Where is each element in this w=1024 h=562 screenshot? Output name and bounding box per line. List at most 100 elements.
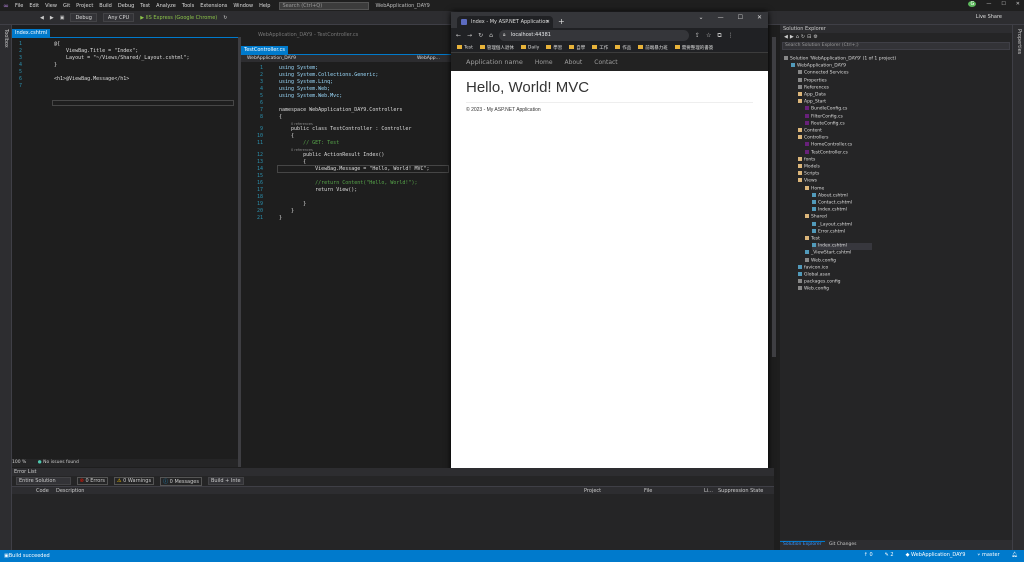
forward-icon[interactable]: ▶	[50, 15, 54, 21]
notification-icon[interactable]: 🔔︎	[1012, 552, 1018, 558]
tree-item[interactable]: App_Start	[798, 99, 826, 106]
tree-item[interactable]: Shared	[805, 214, 827, 221]
tree-item[interactable]: _ViewStart.cshtml	[805, 250, 851, 257]
tree-item[interactable]: Web.config	[805, 257, 836, 265]
tree-item[interactable]: Properties	[798, 77, 827, 85]
tree-item[interactable]: _Layout.cshtml	[812, 221, 852, 229]
bookmark-item[interactable]: 前端暴力班	[638, 45, 668, 51]
tree-item[interactable]: HomeController.cs	[805, 142, 852, 149]
close-button[interactable]: ✕	[1016, 1, 1020, 7]
bookmark-item[interactable]: Test	[457, 44, 473, 50]
search-box[interactable]: Search (Ctrl+Q)	[279, 1, 370, 10]
member-dropdown[interactable]: WebApp...	[417, 55, 440, 62]
chrome-browser-window[interactable]: Index - My ASP.NET Application ✕ + ⌄ — ☐…	[451, 12, 768, 479]
live-share-button[interactable]: Live Share	[976, 14, 1002, 20]
browser-chevron-icon[interactable]: ⌄	[699, 14, 704, 21]
tree-item[interactable]: Solution 'WebApplication_DAY9' (1 of 1 p…	[784, 56, 896, 63]
browser-tab[interactable]: Index - My ASP.NET Application ✕	[457, 16, 553, 28]
menu-item-view[interactable]: View	[45, 3, 57, 9]
tree-item[interactable]: RouteConfig.cs	[805, 120, 845, 128]
tab-git-changes[interactable]: Git Changes	[826, 542, 860, 547]
tree-item[interactable]: About.cshtml	[812, 192, 848, 200]
refresh-icon[interactable]: ↻	[223, 15, 227, 21]
tree-item[interactable]: WebApplication_DAY9	[791, 63, 846, 70]
scope-dropdown[interactable]: Entire Solution	[16, 477, 71, 485]
properties-tab[interactable]: Properties	[1016, 29, 1022, 54]
error-col-header[interactable]: Project	[584, 488, 601, 494]
error-col-header[interactable]: Li...	[704, 488, 713, 494]
close-tab-icon[interactable]: ✕	[546, 16, 550, 28]
pending-up[interactable]: ↑ 0	[864, 552, 873, 558]
tree-item[interactable]: Scripts	[798, 171, 819, 178]
browser-back-icon[interactable]: ←	[456, 32, 461, 39]
tree-item[interactable]: fonts	[798, 156, 815, 164]
menu-item-tools[interactable]: Tools	[182, 3, 194, 9]
menu-item-test[interactable]: Test	[140, 3, 150, 9]
bookmark-item[interactable]: 自學	[569, 45, 585, 51]
browser-menu-icon[interactable]: ⋮	[728, 32, 734, 39]
tree-item[interactable]: Global.asax	[798, 272, 830, 279]
tree-item[interactable]: Index.cshtml	[812, 243, 872, 250]
tree-item[interactable]: Views	[798, 178, 817, 185]
browser-minimize-button[interactable]: —	[718, 14, 724, 21]
menu-item-extensions[interactable]: Extensions	[200, 3, 227, 9]
menu-item-build[interactable]: Build	[99, 3, 112, 9]
tree-item[interactable]: packages.config	[798, 279, 841, 286]
browser-close-button[interactable]: ✕	[757, 14, 762, 21]
save-icon[interactable]: ▣	[60, 15, 65, 21]
account-badge[interactable]: G	[968, 1, 977, 7]
tree-item[interactable]: Content	[798, 128, 822, 135]
tab-solution-explorer[interactable]: Solution Explorer	[780, 541, 825, 547]
errors-filter[interactable]: ⊗ 0 Errors	[76, 477, 109, 485]
browser-home-icon[interactable]: ⌂	[489, 32, 493, 39]
tab-testcontroller-preview[interactable]: WebApplication_DAY9 - TestController.cs	[255, 32, 361, 39]
browser-adjacent-scrollbar[interactable]	[772, 37, 776, 357]
maximize-button[interactable]: ☐	[1001, 1, 1005, 7]
tree-item[interactable]: favicon.ico	[798, 264, 828, 272]
back-icon[interactable]: ◀	[40, 15, 44, 21]
toolbox-tab[interactable]: Toolbox	[3, 29, 9, 48]
menu-item-file[interactable]: File	[15, 3, 23, 9]
nav-home-link[interactable]: Home	[535, 59, 553, 66]
menu-item-analyze[interactable]: Analyze	[156, 3, 176, 9]
platform-dropdown[interactable]: Any CPU	[102, 13, 135, 22]
menu-item-window[interactable]: Window	[233, 3, 253, 9]
browser-forward-icon[interactable]: →	[467, 32, 472, 39]
address-bar[interactable]: 🔒︎ localhost:44381	[498, 30, 689, 41]
tab-testcontroller[interactable]: TestController.cs	[241, 46, 288, 54]
tree-item[interactable]: Home	[805, 185, 824, 193]
error-col-header[interactable]: Code	[36, 488, 49, 494]
tree-item[interactable]: Controllers	[798, 135, 828, 142]
site-brand-link[interactable]: Application name	[466, 58, 523, 66]
menu-item-git[interactable]: Git	[63, 3, 70, 9]
bookmark-item[interactable]: 作品	[615, 45, 631, 51]
bookmark-item[interactable]: 工作	[592, 45, 608, 51]
build-filter-dropdown[interactable]: Build + Inte	[207, 477, 244, 485]
nav-about-link[interactable]: About	[565, 59, 583, 66]
tree-item[interactable]: Connected Services	[798, 70, 849, 77]
menu-item-project[interactable]: Project	[76, 3, 93, 9]
csharp-editor[interactable]: WebApplication_DAY9 - TestController.cs …	[241, 29, 451, 484]
wrench-icon[interactable]: ⚙	[813, 34, 819, 40]
tree-item[interactable]: FilterConfig.cs	[805, 113, 843, 121]
run-button[interactable]: ▶ IIS Express (Google Chrome)	[140, 15, 217, 21]
razor-editor[interactable]: Index.cshtml 1 @{2 ViewBag.Title = "Index…	[12, 29, 238, 467]
tree-item[interactable]: Models	[798, 164, 820, 171]
bookmark-item[interactable]: 需要整理的書簽	[674, 45, 713, 51]
tree-item[interactable]: Web.config	[798, 286, 829, 293]
error-col-header[interactable]: Suppression State	[718, 488, 763, 494]
tree-item[interactable]: References	[798, 84, 829, 92]
config-dropdown[interactable]: Debug	[70, 13, 97, 22]
error-col-header[interactable]: Description	[56, 488, 84, 494]
zoom-level[interactable]: 100 %	[12, 460, 26, 465]
share-icon[interactable]: ⇪	[695, 32, 700, 39]
project-dropdown[interactable]: WebApplication_DAY9	[241, 56, 296, 61]
bookmark-item[interactable]: Daily	[520, 44, 539, 50]
bookmark-star-icon[interactable]: ☆	[706, 32, 711, 39]
menu-item-edit[interactable]: Edit	[29, 3, 39, 9]
new-tab-button[interactable]: +	[558, 16, 565, 28]
error-col-header[interactable]: File	[644, 488, 652, 494]
repo-selector[interactable]: ◆ WebApplication_DAY9	[906, 552, 966, 558]
tree-item[interactable]: BundleConfig.cs	[805, 106, 847, 113]
messages-filter[interactable]: ⓘ 0 Messages	[160, 476, 202, 486]
